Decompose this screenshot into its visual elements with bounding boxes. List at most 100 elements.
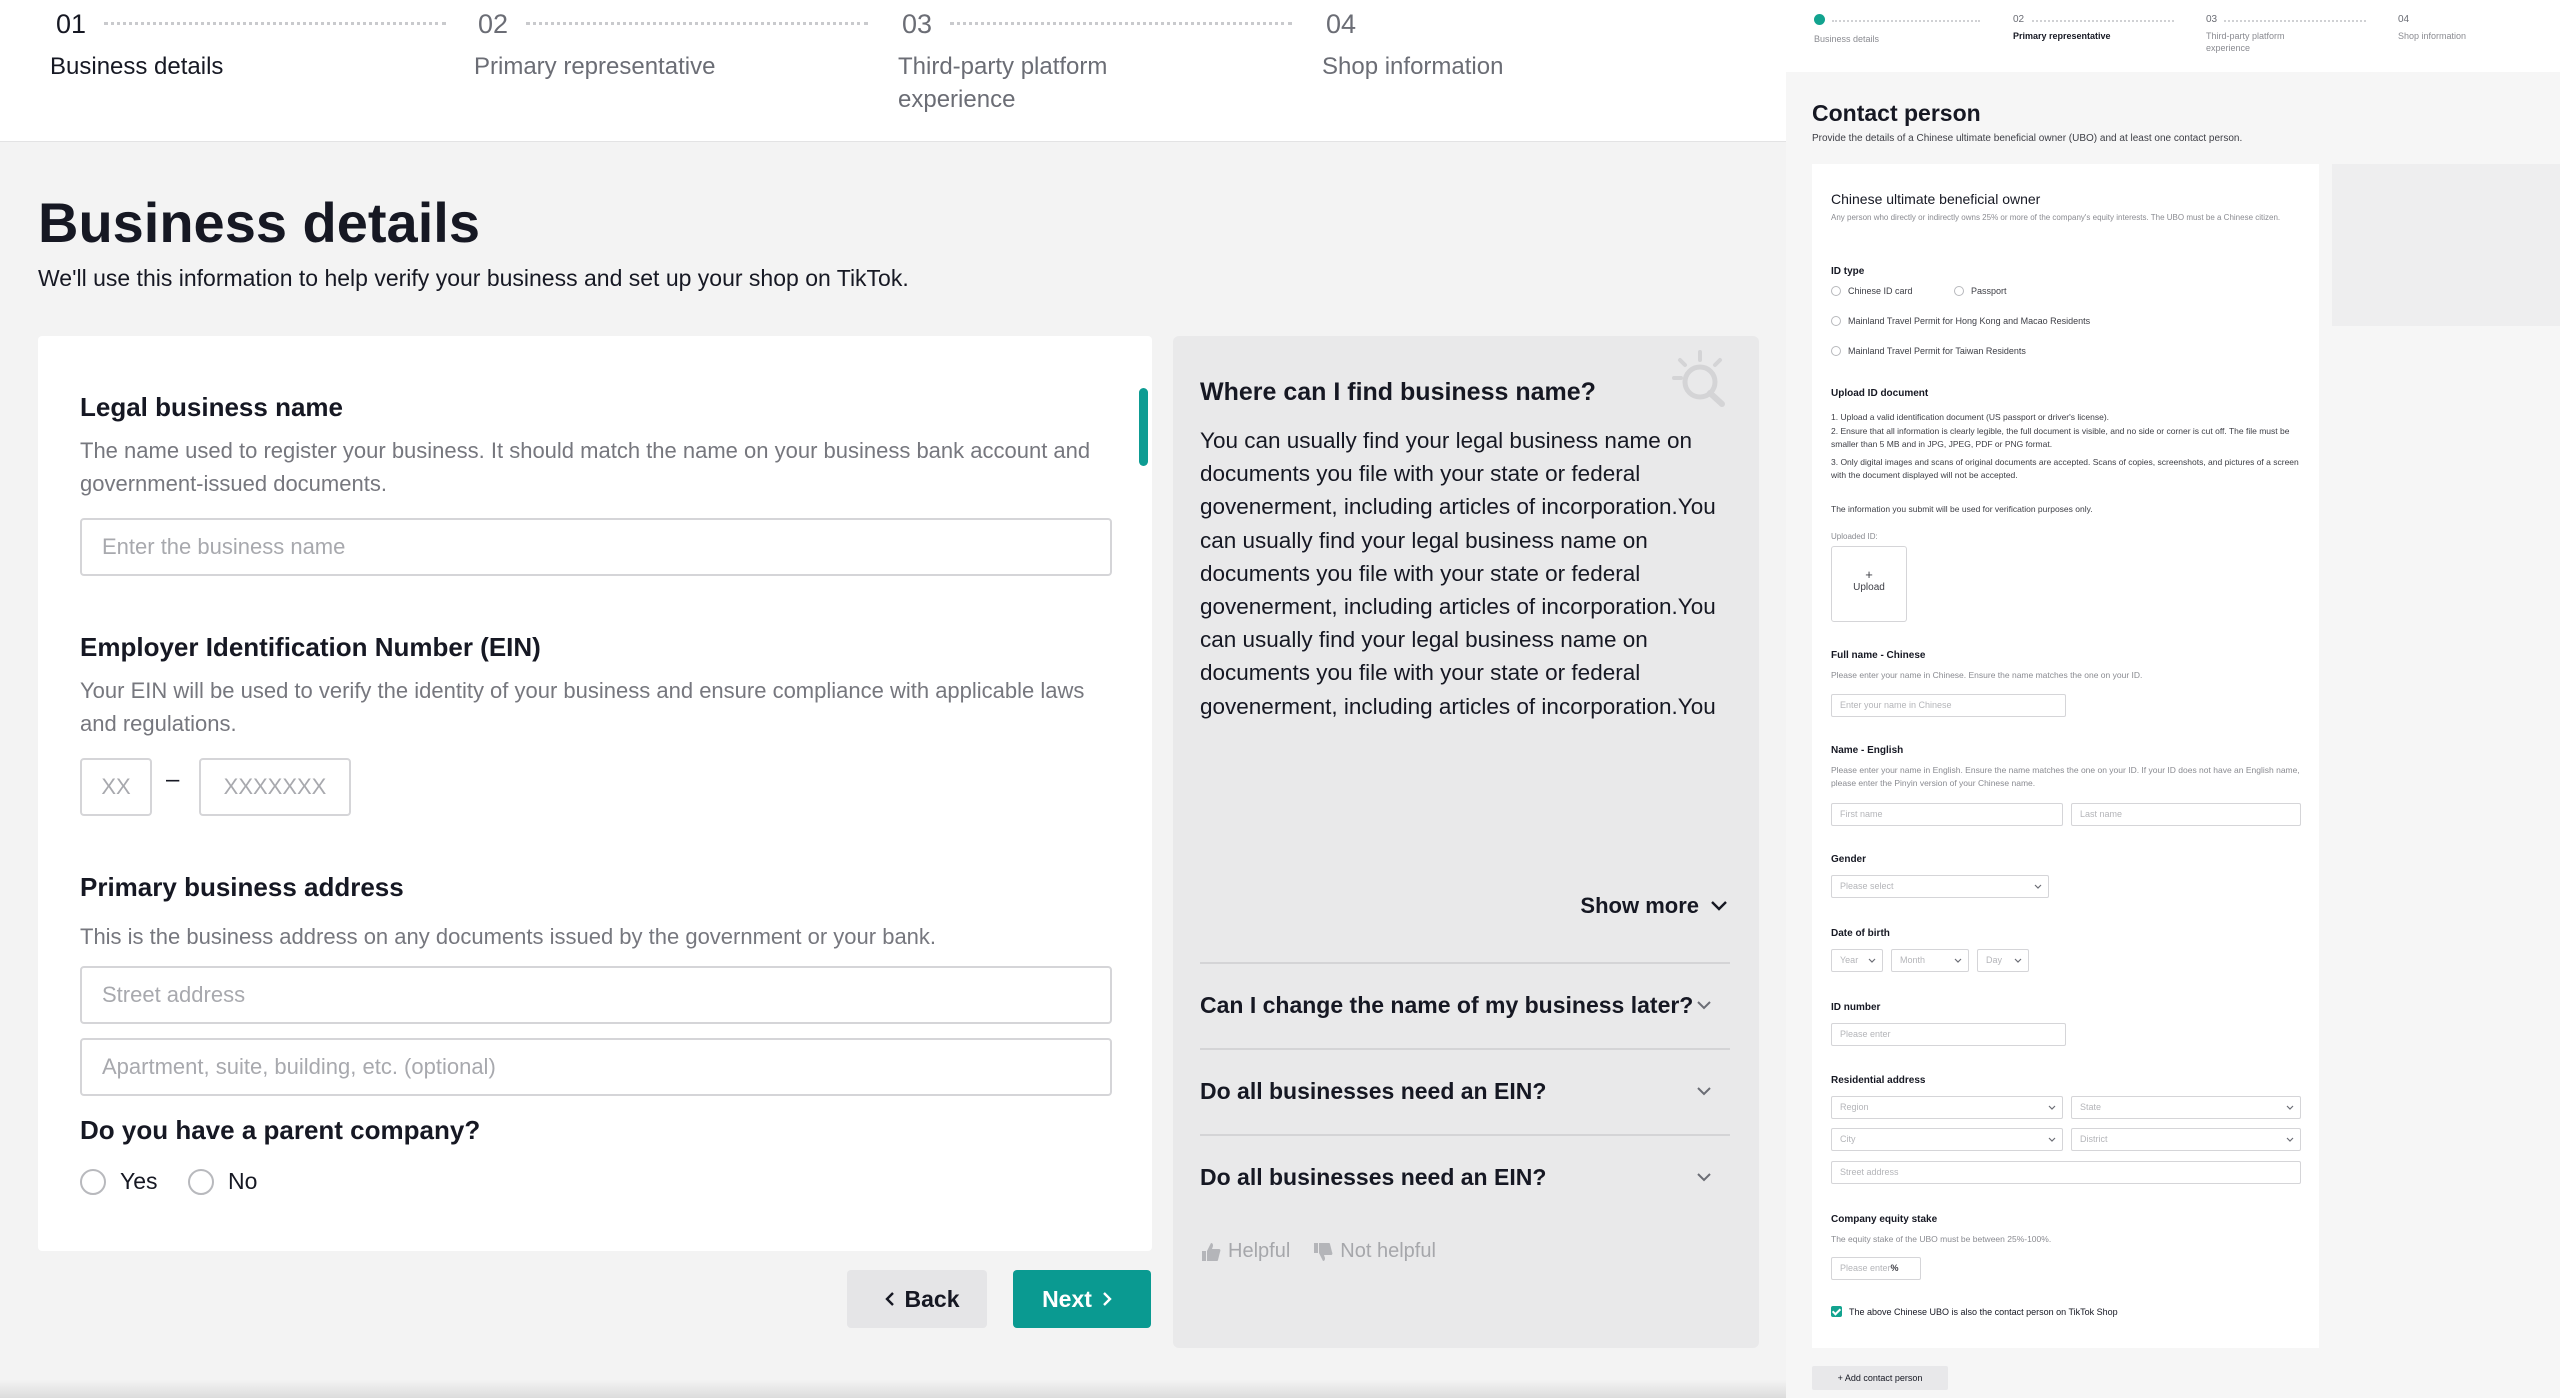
parent-no-radio[interactable]: No bbox=[188, 1168, 257, 1195]
id-type-label: ID type bbox=[1831, 266, 1865, 277]
radio-circle[interactable] bbox=[1831, 316, 1841, 326]
street-address-input[interactable]: Street address bbox=[80, 966, 1112, 1024]
ein-title: Employer Identification Number (EIN) bbox=[80, 632, 541, 662]
id-number-input[interactable]: Please enter bbox=[1831, 1023, 2066, 1046]
back-label: Back bbox=[904, 1285, 960, 1312]
select-value: Month bbox=[1900, 955, 1926, 965]
check-circle-icon bbox=[1814, 14, 1825, 25]
ein-suffix-input[interactable]: XXXXXXX bbox=[199, 758, 351, 816]
step-primary-representative[interactable]: 02 Primary representative bbox=[2013, 14, 2203, 42]
dob-month-select[interactable]: Month bbox=[1891, 949, 1969, 972]
equity-placeholder: Please enter bbox=[1840, 1263, 1891, 1273]
select-value: Region bbox=[1840, 1102, 1869, 1112]
radio-circle[interactable] bbox=[188, 1168, 214, 1195]
id-type-radio[interactable]: Passport bbox=[1954, 286, 2007, 296]
step-title: Primary representative bbox=[2013, 31, 2111, 41]
step-number: 02 bbox=[478, 9, 509, 39]
thumbs-down-icon bbox=[1314, 1242, 1333, 1261]
helpful-button[interactable]: Helpful bbox=[1200, 1240, 1290, 1263]
progress-stepper: 01 Business details 02 Primary represent… bbox=[0, 0, 1786, 142]
faq-question: Do all businesses need an EIN? bbox=[1200, 1164, 1547, 1190]
step-business-details[interactable]: 01 Business details bbox=[0, 0, 446, 142]
select-value: Please select bbox=[1840, 881, 1894, 891]
step-number: 01 bbox=[56, 9, 87, 39]
next-label: Next bbox=[1042, 1285, 1092, 1312]
residential-street-input[interactable]: Street address bbox=[1831, 1161, 2301, 1184]
address-title: Primary business address bbox=[80, 872, 404, 902]
step-connector bbox=[2224, 20, 2366, 22]
percent-unit: % bbox=[1890, 1263, 1899, 1273]
first-name-input[interactable]: First name bbox=[1831, 803, 2063, 826]
last-name-input[interactable]: Last name bbox=[2071, 803, 2301, 826]
step-primary-representative[interactable]: 02 Primary representative bbox=[424, 0, 868, 142]
scrollbar-thumb[interactable] bbox=[1139, 388, 1148, 466]
radio-circle[interactable] bbox=[1954, 286, 1964, 296]
id-type-radio[interactable]: Mainland Travel Permit for Hong Kong and… bbox=[1831, 316, 2090, 326]
region-select[interactable]: Region bbox=[1831, 1096, 2063, 1119]
chevron-down-icon bbox=[2034, 884, 2042, 889]
main-form-panel: 01 Business details 02 Primary represent… bbox=[0, 0, 1786, 1398]
chevron-right-icon bbox=[1103, 1292, 1112, 1306]
city-select[interactable]: City bbox=[1831, 1128, 2063, 1151]
parent-yes-radio[interactable]: Yes bbox=[80, 1168, 158, 1195]
show-more-link[interactable]: Show more bbox=[1580, 893, 1729, 919]
id-type-radio[interactable]: Mainland Travel Permit for Taiwan Reside… bbox=[1831, 346, 2026, 356]
select-value: City bbox=[1840, 1134, 1856, 1144]
full-name-cn-input[interactable]: Enter your name in Chinese bbox=[1831, 694, 2066, 717]
parent-company-title: Do you have a parent company? bbox=[80, 1115, 481, 1145]
apartment-input[interactable]: Apartment, suite, building, etc. (option… bbox=[80, 1038, 1112, 1096]
business-name-input[interactable]: Enter the business name bbox=[80, 518, 1112, 576]
dob-year-select[interactable]: Year bbox=[1831, 949, 1883, 972]
name-en-label: Name - English bbox=[1831, 745, 1904, 756]
chevron-down-icon bbox=[1868, 958, 1876, 963]
faq-item[interactable]: Do all businesses need an EIN? bbox=[1200, 1134, 1730, 1220]
back-button[interactable]: Back bbox=[847, 1270, 987, 1328]
step-connector bbox=[950, 22, 1292, 25]
contact-subtitle: Provide the details of a Chinese ultimat… bbox=[1812, 133, 2243, 144]
faq-item[interactable]: Do all businesses need an EIN? bbox=[1200, 1048, 1730, 1134]
step-title: Third-party platform experience bbox=[898, 53, 1108, 113]
gender-select[interactable]: Please select bbox=[1831, 875, 2049, 898]
step-shop-information[interactable]: 04 Shop information bbox=[2398, 14, 2560, 42]
page-title: Business details bbox=[38, 191, 480, 254]
upload-button[interactable]: + Upload bbox=[1831, 546, 1907, 622]
add-contact-person-button[interactable]: + Add contact person bbox=[1812, 1366, 1948, 1390]
chevron-down-icon bbox=[2048, 1105, 2056, 1110]
equity-input[interactable]: Please enter% bbox=[1831, 1257, 1921, 1280]
dob-day-select[interactable]: Day bbox=[1977, 949, 2029, 972]
id-type-radio[interactable]: Chinese ID card bbox=[1831, 286, 1913, 296]
upload-label: Upload bbox=[1853, 582, 1885, 593]
ein-prefix-input[interactable]: XX bbox=[80, 758, 152, 816]
radio-circle[interactable] bbox=[1831, 346, 1841, 356]
ubo-form-card: Chinese ultimate beneficial owner Any pe… bbox=[1812, 164, 2319, 1348]
chevron-down-icon bbox=[2286, 1137, 2294, 1142]
help-panel: Where can I find business name? You can … bbox=[1173, 336, 1759, 1348]
step-third-party[interactable]: 03 Third-party platform experience bbox=[848, 0, 1292, 142]
equity-desc: The equity stake of the UBO must be betw… bbox=[1831, 1234, 2052, 1244]
not-helpful-button[interactable]: Not helpful bbox=[1312, 1240, 1436, 1263]
radio-circle[interactable] bbox=[80, 1168, 106, 1195]
step-business-details[interactable]: Business details bbox=[1814, 14, 2004, 45]
step-number: 04 bbox=[1326, 9, 1357, 39]
chevron-down-icon bbox=[1711, 901, 1727, 911]
checkbox-label: The above Chinese UBO is also the contac… bbox=[1849, 1306, 2118, 1317]
chevron-left-icon bbox=[884, 1292, 894, 1306]
checkbox-checked[interactable] bbox=[1831, 1306, 1842, 1317]
step-connector bbox=[2032, 20, 2174, 22]
state-select[interactable]: State bbox=[2071, 1096, 2301, 1119]
step-shop-information[interactable]: 04 Shop information bbox=[1272, 0, 1692, 142]
radio-circle[interactable] bbox=[1831, 286, 1841, 296]
select-value: Day bbox=[1986, 955, 2003, 965]
step-title: Business details bbox=[1814, 34, 1880, 44]
district-select[interactable]: District bbox=[2071, 1128, 2301, 1151]
name-en-desc: Please enter your name in English. Ensur… bbox=[1831, 765, 2300, 788]
faq-item[interactable]: Can I change the name of my business lat… bbox=[1200, 962, 1730, 1048]
radio-label: Mainland Travel Permit for Taiwan Reside… bbox=[1848, 346, 2026, 356]
equity-label: Company equity stake bbox=[1831, 1214, 1938, 1225]
radio-label: No bbox=[228, 1168, 258, 1194]
chevron-down-icon bbox=[1697, 1173, 1711, 1182]
dob-label: Date of birth bbox=[1831, 928, 1890, 939]
ubo-contact-checkbox-row[interactable]: The above Chinese UBO is also the contac… bbox=[1831, 1306, 2118, 1317]
next-button[interactable]: Next bbox=[1013, 1270, 1151, 1328]
radio-label: Passport bbox=[1971, 286, 2007, 296]
